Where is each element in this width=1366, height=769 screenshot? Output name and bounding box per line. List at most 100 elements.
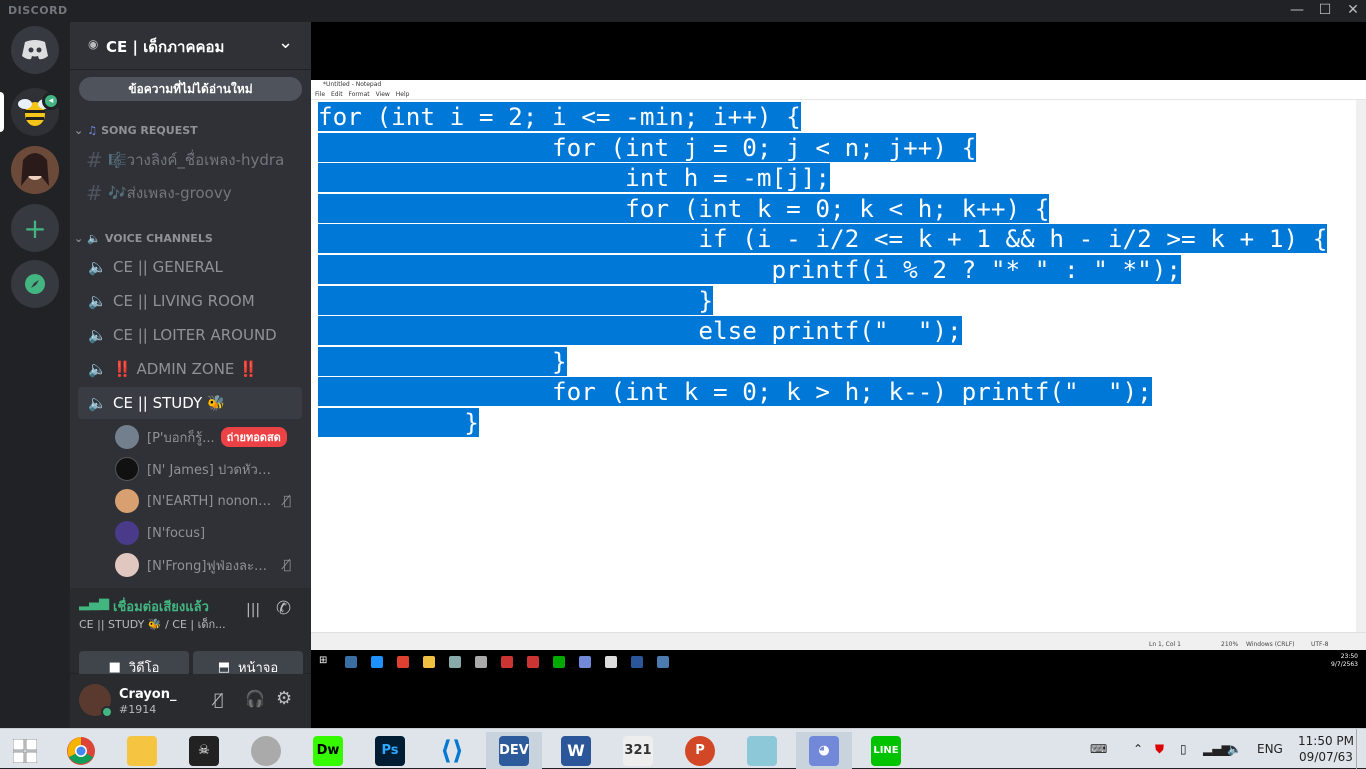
vertical-scrollbar[interactable] — [1356, 100, 1366, 633]
discord-taskbar-button[interactable]: ◕ — [796, 732, 852, 769]
menu-view[interactable]: View — [376, 91, 390, 98]
word-icon: W — [561, 735, 591, 766]
mini-clock: 23:50 9/7/2563 — [1331, 653, 1358, 668]
code-line: else printf(" "); — [318, 316, 962, 346]
new-unread-bar[interactable]: ข้อความที่ไม่ได้อ่านใหม่ — [79, 77, 302, 101]
speaker-icon: 🔈 — [88, 326, 107, 344]
app-taskbar-button[interactable] — [238, 732, 294, 769]
close-button[interactable]: ✕ — [1338, 0, 1366, 22]
headphones-icon[interactable]: 🎧 — [245, 689, 265, 708]
dreamweaver-taskbar-button[interactable]: Dw — [300, 732, 356, 769]
voice-status-label: เชื่อมต่อเสียงแล้ว — [113, 600, 209, 615]
home-button[interactable] — [11, 26, 59, 74]
channel-label: 🎶ส่งเพลง-groovy — [108, 184, 232, 202]
code-line: } — [318, 285, 713, 315]
app-taskbar-button[interactable] — [734, 732, 790, 769]
maximize-button[interactable]: ☐ — [1310, 0, 1340, 22]
voice-channel-general[interactable]: 🔈 CE || GENERAL — [78, 251, 302, 283]
chrome-taskbar-button[interactable] — [53, 732, 109, 769]
voice-channel-admin-zone[interactable]: 🔈 ‼️ ADMIN ZONE ‼️ — [78, 353, 302, 385]
category-label: SONG REQUEST — [101, 124, 198, 137]
word-taskbar-button[interactable]: W — [548, 732, 604, 769]
notepad-editor[interactable]: for (int i = 2; i <= -min; i++) { for (i… — [311, 99, 1366, 633]
notebook-icon — [747, 735, 777, 766]
voice-location[interactable]: CE || STUDY 🐝 / CE | เด็ก... — [79, 615, 229, 633]
code-line: for (int k = 0; k > h; k--) printf(" "); — [318, 377, 1152, 407]
start-button[interactable] — [0, 732, 50, 769]
speaker-icon: 🔈 — [88, 258, 107, 276]
show-desktop-button[interactable] — [1356, 729, 1366, 769]
voice-status[interactable]: ▂▄▆ เชื่อมต่อเสียงแล้ว — [79, 596, 209, 617]
volume-icon[interactable]: 🔈 — [1227, 729, 1242, 769]
hash-icon: # — [86, 181, 103, 205]
mini-app-icon — [527, 656, 539, 668]
channel-send-song-groovy[interactable]: # 🎶ส่งเพลง-groovy — [78, 177, 302, 209]
antivirus-icon[interactable]: ⛊ — [1155, 729, 1164, 769]
menu-format[interactable]: Format — [349, 91, 370, 98]
menu-file[interactable]: File — [315, 91, 325, 98]
app-taskbar-button[interactable]: ☠ — [176, 732, 232, 769]
cursor-position: Ln 1, Col 1 — [1149, 641, 1181, 648]
voice-user[interactable]: [N'Frong]ฟูฟ่องละอ... 🎙̸ — [115, 551, 305, 579]
avatar — [115, 553, 139, 577]
channel-label: CE || LIVING ROOM — [113, 292, 255, 310]
devcpp-taskbar-button[interactable]: DEV — [486, 732, 542, 769]
code-line: for (int j = 0; j < n; j++) { — [318, 132, 977, 162]
voice-user-name: [N'focus] — [147, 525, 206, 541]
vscode-taskbar-button[interactable]: ⟨⟩ — [424, 732, 480, 769]
show-hidden-icons-button[interactable]: ⌃ — [1133, 729, 1143, 769]
mini-app-icon — [657, 656, 669, 668]
touch-keyboard-icon[interactable]: ⌨ — [1090, 729, 1107, 769]
voice-user[interactable]: [P'บอกก็รู้... ถ่ายทอดสด — [115, 423, 305, 451]
category-song-request[interactable]: ⌄ ♫ SONG REQUEST — [74, 124, 198, 137]
mute-mic-icon[interactable]: 🎙̸ — [214, 690, 224, 709]
vscode-icon: ⟨⟩ — [440, 735, 464, 766]
voice-user[interactable]: [N' James] ปวดหัวเลย — [115, 455, 305, 483]
system-clock[interactable]: 11:50 PM 09/07/63 — [1298, 729, 1354, 769]
voice-user[interactable]: [N'EARTH] nonono... 🎙̸ — [115, 487, 305, 515]
channel-label: CE || LOITER AROUND — [113, 326, 277, 344]
photoshop-taskbar-button[interactable]: Ps — [362, 732, 418, 769]
minimize-button[interactable]: — — [1282, 0, 1312, 22]
code-text: for (int i = 2; i <= -min; i++) { for (i… — [318, 102, 1328, 439]
anime-avatar-icon — [11, 146, 59, 194]
stream-background-bottom — [311, 674, 1366, 728]
server-header[interactable]: ◉ CE | เด็กภาคคอม ⌄ — [70, 22, 311, 70]
voice-channel-study[interactable]: 🔈 CE || STUDY 🐝 — [78, 387, 302, 419]
menu-edit[interactable]: Edit — [331, 91, 343, 98]
code-line: } — [318, 346, 567, 376]
disconnect-icon[interactable]: ✆ — [276, 598, 291, 619]
add-server-button[interactable]: + — [11, 204, 59, 252]
user-panel: Crayon_ #1914 🎙̸ 🎧 ⚙ — [70, 674, 311, 728]
settings-gear-icon[interactable]: ⚙ — [276, 688, 292, 709]
file-explorer-taskbar-button[interactable] — [114, 732, 170, 769]
channel-song-hydra[interactable]: # 🎼วางลิงค์_ชื่อเพลง-hydra — [78, 144, 302, 176]
voice-channel-living-room[interactable]: 🔈 CE || LIVING ROOM — [78, 285, 302, 317]
mini-app-icon — [423, 656, 435, 668]
voice-user-name: [P'บอกก็รู้... — [147, 430, 215, 446]
discord-titlebar: DISCORD — ☐ ✕ — [0, 0, 1366, 22]
clock-date: 09/07/63 — [1299, 750, 1353, 764]
speaker-icon: 🔈 — [88, 394, 107, 412]
zoom-level: 210% — [1221, 641, 1239, 648]
server-avatar[interactable] — [11, 146, 59, 194]
powerpoint-icon: P — [685, 735, 715, 766]
input-language[interactable]: ENG — [1257, 729, 1283, 769]
battery-icon[interactable]: ▯ — [1180, 729, 1187, 769]
media-player-taskbar-button[interactable]: 321 — [610, 732, 666, 769]
explore-servers-button[interactable] — [11, 260, 59, 308]
noise-suppression-icon[interactable]: ||| — [246, 602, 260, 618]
category-voice-channels[interactable]: ⌄ 🔈 VOICE CHANNELS — [74, 232, 213, 245]
mini-start-icon: ⊞ — [319, 655, 328, 666]
powerpoint-taskbar-button[interactable]: P — [672, 732, 728, 769]
voice-channel-loiter-around[interactable]: 🔈 CE || LOITER AROUND — [78, 319, 302, 351]
server-name: CE | เด็กภาคคอม — [106, 38, 225, 56]
voice-user[interactable]: [N'focus] — [115, 519, 305, 547]
menu-help[interactable]: Help — [396, 91, 410, 98]
horizontal-scrollbar[interactable] — [311, 632, 1366, 640]
speaker-icon: 🔈 — [88, 360, 107, 378]
speaker-icon: 🔈 — [87, 232, 101, 245]
line-taskbar-button[interactable]: LINE — [858, 732, 914, 769]
windows-logo-icon — [13, 738, 37, 763]
chrome-icon — [67, 736, 95, 765]
